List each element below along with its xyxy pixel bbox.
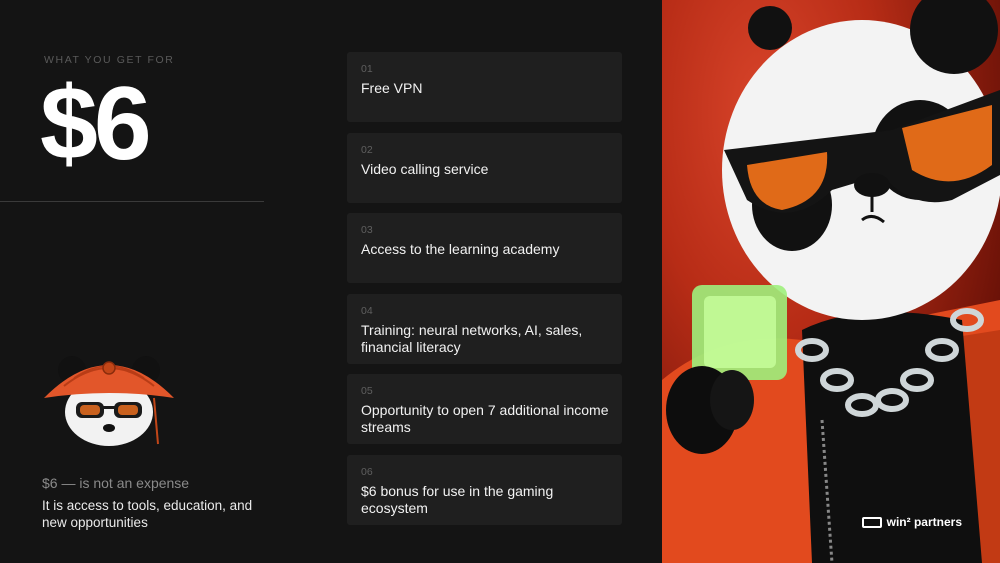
benefit-number: 01 [361,63,373,75]
benefit-card: 01 Free VPN [347,52,622,122]
benefit-number: 06 [361,466,373,478]
tagline-muted: $6 — is not an expense [42,475,190,491]
benefit-title: Free VPN [361,80,423,96]
divider [0,201,264,202]
kicker-label: WHAT YOU GET FOR [44,54,175,66]
benefit-title: Opportunity to open 7 additional income … [361,402,609,435]
brand-icon [861,516,882,528]
benefit-card: 05 Opportunity to open 7 additional inco… [347,374,622,444]
panda-mascot-image [44,356,174,446]
benefit-number: 03 [361,224,373,236]
benefit-title: $6 bonus for use in the gaming ecosystem [361,483,554,516]
benefit-number: 04 [361,305,373,317]
brand-logo: win² partners [861,515,962,529]
benefit-number: 05 [361,385,373,397]
benefit-number: 02 [361,144,373,156]
benefit-title: Access to the learning academy [361,241,560,257]
benefit-card: 06 $6 bonus for use in the gaming ecosys… [347,455,622,525]
brand-name: win² partners [886,515,962,529]
panda-hero-image: win² partners [662,0,1000,563]
benefit-card: 03 Access to the learning academy [347,213,622,283]
benefit-title: Video calling service [361,161,489,177]
panda-illustration [662,0,1000,563]
price-heading: $6 [40,66,152,182]
benefit-card: 04 Training: neural networks, AI, sales,… [347,294,622,364]
benefit-title: Training: neural networks, AI, sales, fi… [361,322,583,355]
tagline-text: It is access to tools, education, and ne… [42,498,253,530]
benefit-card: 02 Video calling service [347,133,622,203]
